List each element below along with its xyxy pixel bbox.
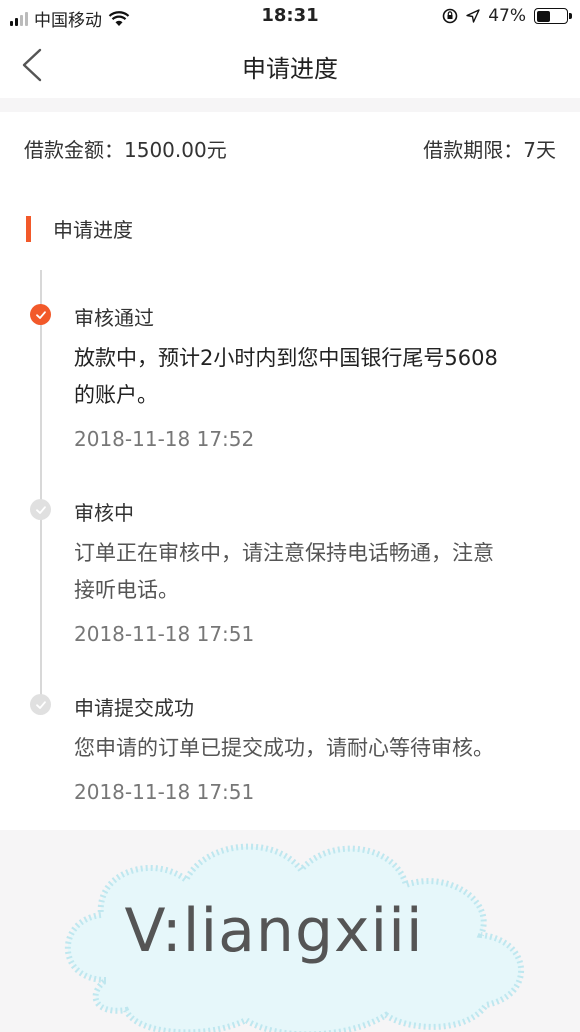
step-timestamp: 2018-11-18 17:51 bbox=[74, 780, 255, 804]
page-title: 申请进度 bbox=[242, 55, 338, 83]
battery-fill bbox=[536, 10, 551, 22]
loan-amount: 借款金额：1500.00元 bbox=[24, 138, 227, 162]
step-description-line-2: 接听电话。 bbox=[74, 578, 179, 602]
step-timestamp: 2018-11-18 17:51 bbox=[74, 622, 255, 646]
battery-icon bbox=[534, 8, 572, 24]
progress-card: 申请进度 审核通过 放款中，预计2小时内到您中国银行尾号5608 的账户。 20… bbox=[0, 184, 580, 830]
step-description-line-1: 您申请的订单已提交成功，请耐心等待审核。 bbox=[74, 736, 494, 760]
orientation-lock-icon bbox=[442, 8, 458, 24]
status-bar: 中国移动 18:31 47% bbox=[0, 0, 580, 32]
battery-percent: 47% bbox=[488, 6, 526, 26]
loan-summary: 借款金额：1500.00元 借款期限：7天 bbox=[0, 112, 580, 184]
status-right: 47% bbox=[442, 6, 572, 26]
step-description-line-1: 放款中，预计2小时内到您中国银行尾号5608 bbox=[74, 346, 498, 370]
check-icon bbox=[30, 499, 51, 520]
step-title: 申请提交成功 bbox=[74, 696, 194, 720]
section-header: 申请进度 bbox=[26, 214, 133, 243]
section-accent-bar bbox=[26, 215, 31, 242]
step-title: 审核中 bbox=[74, 501, 134, 525]
nav-bar: 申请进度 bbox=[0, 32, 580, 98]
check-icon bbox=[30, 694, 51, 715]
watermark-text: V:liangxiii bbox=[124, 896, 424, 966]
section-title: 申请进度 bbox=[53, 218, 133, 242]
step-description-line-1: 订单正在审核中，请注意保持电话畅通，注意 bbox=[74, 541, 494, 565]
location-icon bbox=[466, 9, 480, 23]
check-icon bbox=[30, 304, 51, 325]
step-title: 审核通过 bbox=[74, 306, 154, 330]
watermark-area: V:liangxiii bbox=[0, 830, 580, 1032]
step-timestamp: 2018-11-18 17:52 bbox=[74, 427, 255, 451]
step-description-line-2: 的账户。 bbox=[74, 383, 158, 407]
loan-term: 借款期限：7天 bbox=[423, 138, 556, 162]
timeline-line bbox=[40, 270, 42, 702]
